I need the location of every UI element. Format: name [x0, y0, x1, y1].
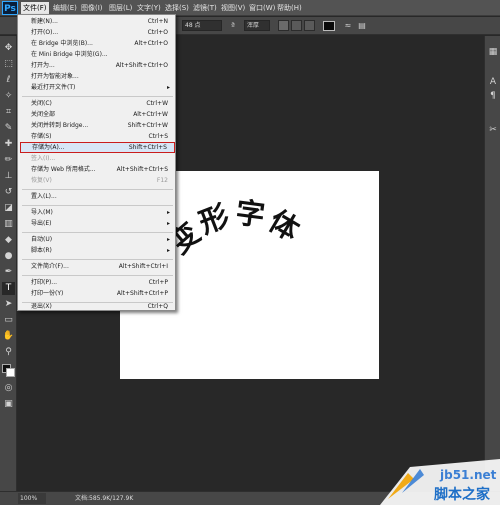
menu-item-revert: 恢复(V) F12	[31, 177, 168, 184]
menu-item-close-go-bridge[interactable]: 关闭并转到 Bridge... Shift+Ctrl+W	[20, 121, 175, 131]
antialias-select[interactable]: 浑厚	[244, 20, 270, 31]
submenu-arrow-icon: ▸	[166, 236, 170, 243]
watermark-site: jb51.net	[439, 468, 497, 482]
menu-item-new[interactable]: 新建(N)... Ctrl+N	[20, 17, 175, 27]
submenu-arrow-icon: ▸	[166, 220, 170, 227]
align-center-button[interactable]	[291, 20, 302, 31]
menu-item-import[interactable]: 导入(M) ▸	[20, 208, 175, 218]
menu-separator	[22, 189, 173, 190]
menu-image[interactable]: 图像(I)	[79, 2, 105, 14]
watermark: jb51.net 脚本之家	[380, 459, 500, 505]
menu-item-open-smart-object[interactable]: 打开为智能对象...	[20, 72, 175, 82]
background-color-swatch[interactable]	[6, 368, 15, 377]
svg-text:变形字体: 变形字体	[162, 195, 308, 260]
dodge-tool-icon[interactable]: ●	[2, 250, 15, 263]
menu-item-open[interactable]: 打开(O)... Ctrl+O	[20, 28, 175, 38]
lasso-tool-icon[interactable]: ℓ	[2, 74, 15, 87]
panel-dock: ▦ A ¶ ✂	[484, 36, 500, 491]
zoom-level[interactable]: 100%	[18, 493, 46, 504]
quick-mask-icon[interactable]: ◎	[2, 382, 15, 395]
menu-window[interactable]: 窗口(W)	[247, 2, 277, 14]
warp-text-icon[interactable]: ≈	[343, 21, 353, 31]
photoshop-window: Ps 文件(F) 编辑(E) 图像(I) 图层(L) 文字(Y) 选择(S) 滤…	[0, 0, 500, 505]
type-tool-icon[interactable]: T	[2, 282, 15, 295]
menu-item-automate[interactable]: 自动(U) ▸	[20, 235, 175, 245]
pen-tool-icon[interactable]: ✒	[2, 266, 15, 279]
menu-item-open-as[interactable]: 打开为... Alt+Shift+Ctrl+O	[20, 61, 175, 71]
document-size: 文档:585.9K/127.9K	[75, 495, 134, 502]
watermark-name: 脚本之家	[434, 486, 491, 503]
move-tool-icon[interactable]: ✥	[2, 42, 15, 55]
path-select-icon[interactable]: ➤	[2, 298, 15, 311]
menu-item-place[interactable]: 置入(L)...	[20, 192, 175, 202]
menu-file[interactable]: 文件(F)	[21, 2, 49, 14]
eraser-tool-icon[interactable]: ◪	[2, 202, 15, 215]
tools-panel: ✥ ⬚ ℓ ✧ ⌗ ✎ ✚ ✏ ⊥ ↺ ◪ ▥ ◆ ● ✒ T ➤ ▭ ✋ ⚲ …	[0, 36, 17, 491]
zoom-tool-icon[interactable]: ⚲	[2, 346, 15, 359]
menu-item-file-info[interactable]: 文件简介(F)... Alt+Shift+Ctrl+I	[20, 262, 175, 272]
panels-icon[interactable]: ▤	[357, 21, 367, 31]
text-color-swatch[interactable]	[323, 21, 335, 31]
menu-item-save-for-web[interactable]: 存储为 Web 所用格式... Alt+Shift+Ctrl+S	[20, 165, 175, 175]
file-menu-dropdown: 新建(N)... Ctrl+N 打开(O)... Ctrl+O 在 Bridge 中…	[17, 14, 176, 311]
menu-separator	[22, 275, 173, 276]
font-size-field[interactable]: 48 点	[182, 20, 222, 31]
shape-tool-icon[interactable]: ▭	[2, 314, 15, 327]
menu-item-browse-bridge[interactable]: 在 Bridge 中浏览(B)... Alt+Ctrl+O	[20, 39, 175, 49]
character-panel-icon[interactable]: A	[487, 76, 499, 88]
warped-text: 变形字体	[162, 195, 305, 260]
menu-item-save-as[interactable]: 存储为(A)... Shift+Ctrl+S	[20, 142, 175, 153]
menu-select[interactable]: 选择(S)	[163, 2, 191, 14]
crop-tool-icon[interactable]: ⌗	[2, 106, 15, 119]
submenu-arrow-icon: ▸	[166, 84, 170, 91]
align-left-button[interactable]	[278, 20, 289, 31]
menu-item-browse-mini-bridge[interactable]: 在 Mini Bridge 中浏览(G)...	[20, 50, 175, 60]
brush-tool-icon[interactable]: ✏	[2, 154, 15, 167]
menu-edit[interactable]: 编辑(E)	[51, 2, 79, 14]
history-brush-icon[interactable]: ↺	[2, 186, 15, 199]
menu-help[interactable]: 帮助(H)	[275, 2, 304, 14]
menu-layer[interactable]: 图层(L)	[107, 2, 134, 14]
menu-separator	[22, 232, 173, 233]
menu-item-export[interactable]: 导出(E) ▸	[20, 219, 175, 229]
magic-wand-icon[interactable]: ✧	[2, 90, 15, 103]
paragraph-panel-icon[interactable]: ¶	[487, 90, 499, 102]
menu-item-close[interactable]: 关闭(C) Ctrl+W	[20, 99, 175, 109]
submenu-arrow-icon: ▸	[166, 247, 170, 254]
menu-item-scripts[interactable]: 脚本(R) ▸	[20, 246, 175, 256]
watermark-graphic: jb51.net 脚本之家	[380, 459, 500, 505]
align-right-button[interactable]	[304, 20, 315, 31]
hand-tool-icon[interactable]: ✋	[2, 330, 15, 343]
menu-item-print[interactable]: 打印(P)... Ctrl+P	[20, 278, 175, 288]
menu-filter[interactable]: 滤镜(T)	[191, 2, 219, 14]
menu-view[interactable]: 视图(V)	[219, 2, 247, 14]
marquee-tool-icon[interactable]: ⬚	[2, 58, 15, 71]
menu-type[interactable]: 文字(Y)	[135, 2, 163, 14]
blur-tool-icon[interactable]: ◆	[2, 234, 15, 247]
menu-item-exit[interactable]: 退出(X) Ctrl+Q	[20, 302, 175, 312]
menu-item-close-all[interactable]: 关闭全部 Alt+Ctrl+W	[20, 110, 175, 120]
antialias-icon: ª	[231, 21, 235, 30]
ps-logo: Ps	[2, 1, 18, 15]
submenu-arrow-icon: ▸	[166, 209, 170, 216]
menu-separator	[22, 205, 173, 206]
menu-item-recent-files[interactable]: 最近打开文件(T) ▸	[20, 83, 175, 93]
history-panel-icon[interactable]: ▦	[487, 46, 499, 58]
clone-stamp-icon[interactable]: ⊥	[2, 170, 15, 183]
eyedropper-icon[interactable]: ✎	[2, 122, 15, 135]
menu-item-check-in: 签入(I)...	[31, 155, 56, 162]
menu-item-print-one-copy[interactable]: 打印一份(Y) Alt+Shift+Ctrl+P	[20, 289, 175, 299]
gradient-tool-icon[interactable]: ▥	[2, 218, 15, 231]
tool-presets-icon[interactable]: ✂	[487, 124, 499, 136]
menu-separator	[22, 259, 173, 260]
healing-brush-icon[interactable]: ✚	[2, 138, 15, 151]
menu-separator	[22, 96, 173, 97]
screen-mode-icon[interactable]: ▣	[2, 398, 15, 411]
menu-item-save[interactable]: 存储(S) Ctrl+S	[20, 132, 175, 142]
